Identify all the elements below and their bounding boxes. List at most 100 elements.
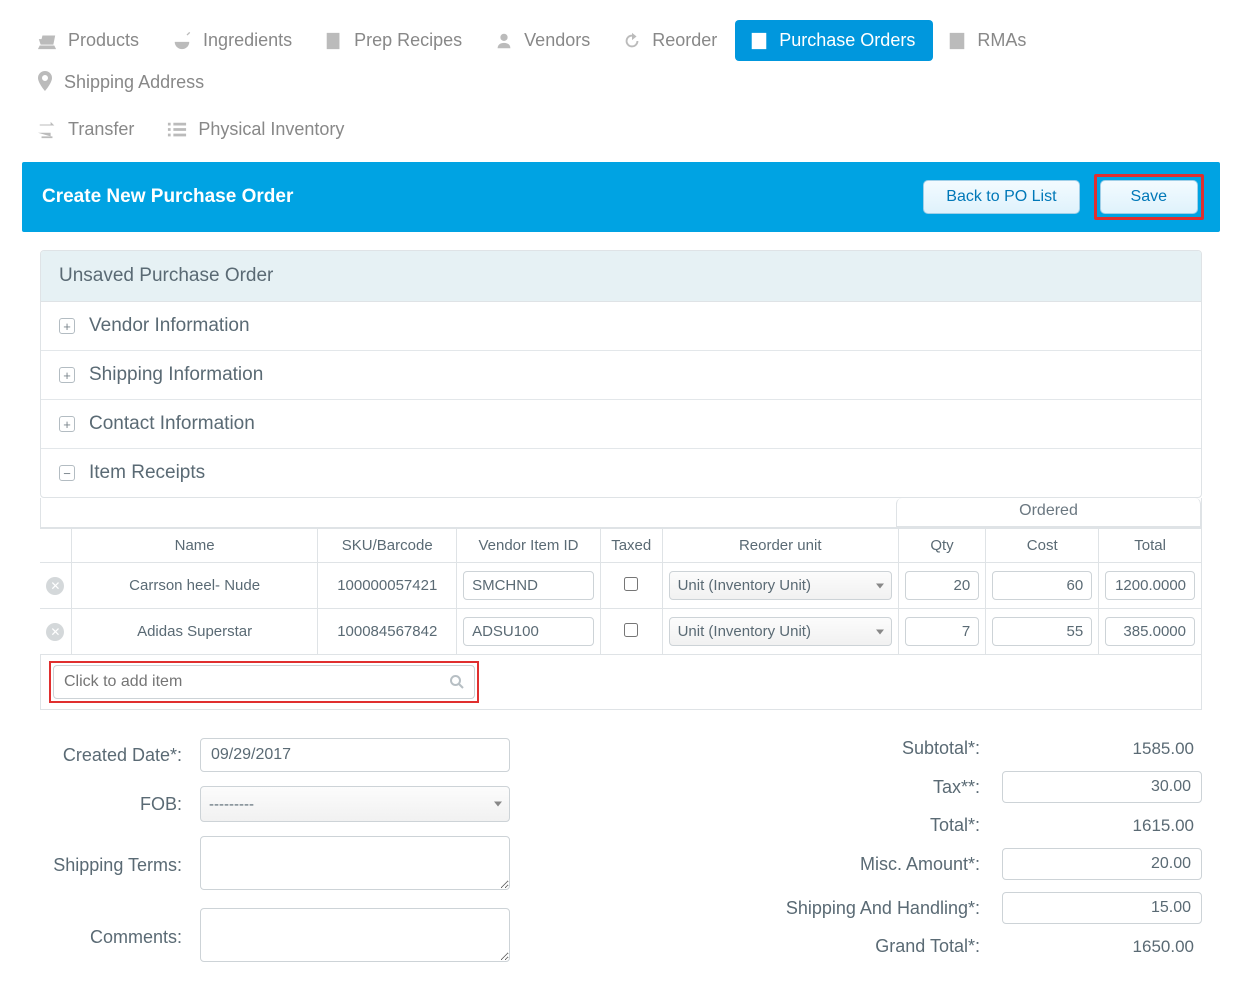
fob-select[interactable]: ---------	[200, 786, 510, 822]
tab-label: Physical Inventory	[198, 119, 344, 140]
po-panel: Unsaved Purchase Order + Vendor Informat…	[40, 250, 1202, 498]
delete-row-button[interactable]: ✕	[46, 623, 64, 641]
ingredients-icon	[171, 31, 193, 51]
search-icon	[449, 674, 465, 690]
shipping-information-section[interactable]: + Shipping Information	[41, 351, 1201, 400]
contact-information-section[interactable]: + Contact Information	[41, 400, 1201, 449]
expand-plus-icon[interactable]: +	[59, 318, 75, 334]
tab-purchase-orders[interactable]: Purchase Orders	[735, 20, 933, 61]
col-reorder-unit: Reorder unit	[662, 529, 898, 563]
shipping-handling-input[interactable]	[1002, 892, 1202, 924]
reorder-unit-select[interactable]: Unit (Inventory Unit)	[669, 617, 892, 646]
vendor-information-section[interactable]: + Vendor Information	[41, 302, 1201, 351]
page-header: Create New Purchase Order Back to PO Lis…	[22, 162, 1220, 232]
purchase-orders-icon	[749, 31, 769, 51]
expand-plus-icon[interactable]: +	[59, 416, 75, 432]
comments-textarea[interactable]	[200, 908, 510, 962]
reorder-icon	[622, 31, 642, 51]
cell-sku: 100084567842	[318, 609, 457, 655]
subtotal-label: Subtotal*:	[902, 738, 1002, 759]
total-label: Total*:	[930, 815, 1002, 836]
tab-label: Transfer	[68, 119, 134, 140]
tax-input[interactable]	[1002, 771, 1202, 803]
col-sku: SKU/Barcode	[318, 529, 457, 563]
add-item-row	[40, 655, 1202, 710]
created-date-input[interactable]	[200, 738, 510, 772]
header-actions: Back to PO List Save	[923, 174, 1204, 220]
shipping-handling-label: Shipping And Handling*:	[786, 898, 1002, 919]
rmas-icon	[947, 31, 967, 51]
tab-physical-inventory[interactable]: Physical Inventory	[152, 109, 362, 150]
tab-label: RMAs	[977, 30, 1026, 51]
grand-total-label: Grand Total*:	[875, 936, 1002, 957]
section-label: Shipping Information	[89, 364, 263, 386]
ordered-header-row: Ordered	[40, 498, 1202, 528]
save-button[interactable]: Save	[1100, 180, 1198, 214]
collapse-minus-icon[interactable]: −	[59, 465, 75, 481]
tab-label: Ingredients	[203, 30, 292, 51]
vendor-item-input[interactable]	[463, 617, 594, 646]
cell-sku: 100000057421	[318, 563, 457, 609]
tab-products[interactable]: Products	[22, 20, 157, 61]
col-cost: Cost	[986, 529, 1099, 563]
tab-vendors[interactable]: Vendors	[480, 20, 608, 61]
cost-input[interactable]	[992, 617, 1092, 646]
misc-amount-label: Misc. Amount*:	[860, 854, 1002, 875]
section-label: Vendor Information	[89, 315, 250, 337]
tab-reorder[interactable]: Reorder	[608, 20, 735, 61]
items-table: Name SKU/Barcode Vendor Item ID Taxed Re…	[40, 528, 1202, 655]
table-row: ✕ Adidas Superstar 100084567842 Unit (In…	[40, 609, 1202, 655]
reorder-unit-select[interactable]: Unit (Inventory Unit)	[669, 571, 892, 600]
tab-label: Purchase Orders	[779, 30, 915, 51]
tab-label: Prep Recipes	[354, 30, 462, 51]
totals-panel: Subtotal*: 1585.00 Tax**: Total*: 1615.0…	[644, 738, 1202, 980]
vendor-item-input[interactable]	[463, 571, 594, 600]
qty-input[interactable]	[905, 617, 979, 646]
cell-name: Adidas Superstar	[71, 609, 318, 655]
add-item-highlight	[49, 661, 479, 703]
main-tabs: Products Ingredients Prep Recipes Vendor…	[22, 20, 1220, 109]
po-details-form: Created Date*: FOB: --------- Shipping T…	[40, 738, 598, 980]
col-delete	[40, 529, 71, 563]
total-input[interactable]	[1105, 617, 1195, 646]
comments-label: Comments:	[40, 927, 200, 948]
physical-inventory-icon	[166, 120, 188, 140]
col-qty: Qty	[898, 529, 985, 563]
delete-row-button[interactable]: ✕	[46, 577, 64, 595]
page-title: Create New Purchase Order	[42, 186, 293, 208]
shipping-terms-textarea[interactable]	[200, 836, 510, 890]
tab-label: Reorder	[652, 30, 717, 51]
shipping-terms-label: Shipping Terms:	[40, 855, 200, 876]
taxed-checkbox[interactable]	[624, 623, 638, 637]
tab-rmas[interactable]: RMAs	[933, 20, 1044, 61]
subtotal-value: 1585.00	[1002, 739, 1202, 759]
transfer-icon	[36, 120, 58, 140]
add-item-input[interactable]	[53, 665, 475, 699]
cost-input[interactable]	[992, 571, 1092, 600]
fob-label: FOB:	[40, 794, 200, 815]
item-receipts-section[interactable]: − Item Receipts	[41, 449, 1201, 497]
back-to-po-list-button[interactable]: Back to PO List	[923, 180, 1079, 214]
created-date-label: Created Date*:	[40, 745, 200, 766]
items-table-section: Ordered Name SKU/Barcode Vendor Item ID …	[40, 498, 1202, 710]
tab-shipping-address[interactable]: Shipping Address	[22, 61, 222, 103]
products-icon	[36, 31, 58, 51]
main-tabs-row2: Transfer Physical Inventory	[22, 109, 1220, 156]
save-button-highlight: Save	[1094, 174, 1204, 220]
col-vendor-item: Vendor Item ID	[457, 529, 601, 563]
tab-label: Vendors	[524, 30, 590, 51]
panel-title: Unsaved Purchase Order	[41, 251, 1201, 302]
misc-amount-input[interactable]	[1002, 848, 1202, 880]
grand-total-value: 1650.00	[1002, 937, 1202, 957]
tab-transfer[interactable]: Transfer	[22, 109, 152, 150]
table-row: ✕ Carrson heel- Nude 100000057421 Unit (…	[40, 563, 1202, 609]
col-name: Name	[71, 529, 318, 563]
taxed-checkbox[interactable]	[624, 577, 638, 591]
tab-prep-recipes[interactable]: Prep Recipes	[310, 20, 480, 61]
total-input[interactable]	[1105, 571, 1195, 600]
shipping-address-icon	[36, 71, 54, 93]
expand-plus-icon[interactable]: +	[59, 367, 75, 383]
ordered-group-header: Ordered	[896, 498, 1201, 527]
qty-input[interactable]	[905, 571, 979, 600]
tab-ingredients[interactable]: Ingredients	[157, 20, 310, 61]
